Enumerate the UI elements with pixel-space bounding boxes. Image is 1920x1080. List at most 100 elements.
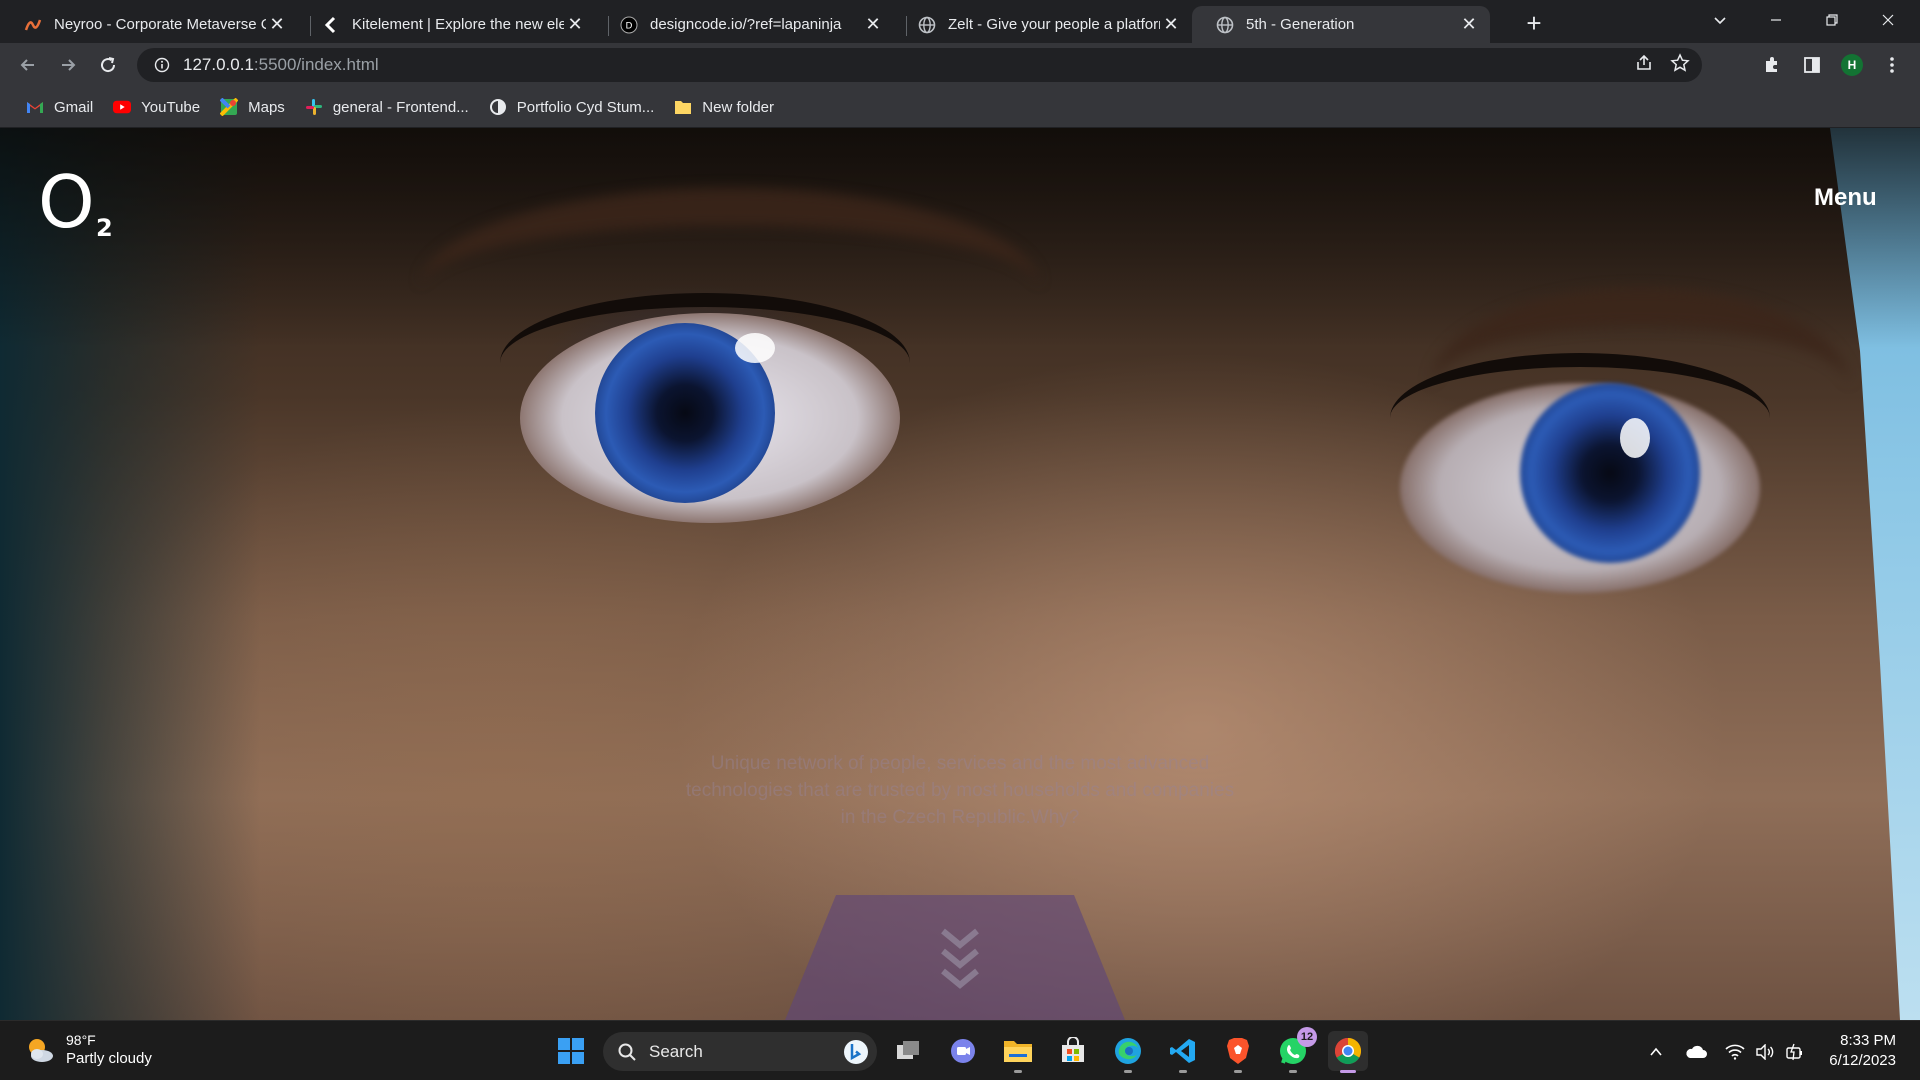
portfolio-icon: [489, 98, 507, 116]
arrow-right-icon: [62, 59, 76, 71]
teams-chat-button[interactable]: [943, 1031, 983, 1071]
weather-condition: Partly cloudy: [66, 1050, 152, 1067]
tab-5th-generation[interactable]: 5th - Generation ✕: [1192, 6, 1490, 43]
whatsapp-button[interactable]: 12: [1273, 1027, 1317, 1073]
clock-time: 8:33 PM: [1840, 1032, 1896, 1049]
bookmark-label: Gmail: [54, 98, 94, 116]
slack-icon: [305, 98, 323, 116]
bookmark-youtube[interactable]: YouTube: [105, 93, 208, 121]
notification-badge: 12: [1297, 1027, 1317, 1047]
clock-date: 6/12/2023: [1829, 1052, 1896, 1069]
puzzle-icon: [1766, 57, 1777, 72]
share-icon[interactable]: [1634, 53, 1654, 78]
bookmark-portfolio[interactable]: Portfolio Cyd Stum...: [481, 93, 663, 121]
omnibox-actions: [1634, 48, 1690, 82]
weather-widget[interactable]: 98°F Partly cloudy: [24, 1031, 152, 1068]
microsoft-store-button[interactable]: [1053, 1031, 1093, 1071]
tab-designcode[interactable]: D designcode.io/?ref=lapaninja ✕: [596, 6, 894, 43]
reload-button[interactable]: [92, 49, 124, 81]
bookmark-label: Portfolio Cyd Stum...: [516, 98, 655, 116]
restore-button[interactable]: [1804, 0, 1860, 40]
vscode-button[interactable]: [1163, 1031, 1203, 1073]
tab-title: 5th - Generation: [1246, 16, 1355, 33]
profile-button[interactable]: H: [1836, 49, 1868, 81]
tab-kitelement[interactable]: Kitelement | Explore the new elem ✕: [298, 6, 596, 43]
url-text: 127.0.0.1:5500/index.html: [183, 55, 379, 75]
bookmark-gmail[interactable]: Gmail: [18, 93, 101, 121]
system-clock[interactable]: 8:33 PM 6/12/2023: [1829, 1031, 1896, 1071]
search-label: Search: [649, 1041, 703, 1061]
close-icon[interactable]: ✕: [862, 14, 884, 36]
side-panel-button[interactable]: [1796, 49, 1828, 81]
chrome-button[interactable]: [1328, 1031, 1368, 1073]
menu-button[interactable]: Menu: [1814, 184, 1877, 212]
youtube-icon: [113, 98, 132, 116]
designcode-icon: D: [620, 16, 638, 34]
bookmark-label: YouTube: [141, 98, 201, 116]
close-icon[interactable]: ✕: [1458, 14, 1480, 36]
speaker-icon: [1756, 1044, 1774, 1060]
tab-search-button[interactable]: [1692, 0, 1748, 40]
bookmark-slack[interactable]: general - Frontend...: [297, 93, 477, 121]
start-button[interactable]: [551, 1031, 591, 1071]
running-indicator: [1289, 1070, 1297, 1073]
maps-icon: [220, 98, 239, 116]
eyelash-shape: [500, 293, 910, 433]
tab-strip: Neyroo - Corporate Metaverse C ✕ Kitelem…: [0, 0, 1920, 43]
chevron-down-icon: [1714, 17, 1726, 25]
chevron-up-icon: [1650, 1047, 1662, 1056]
close-icon[interactable]: ✕: [1160, 14, 1182, 36]
running-indicator: [1124, 1070, 1132, 1073]
close-window-button[interactable]: [1860, 0, 1916, 40]
browser-menu-button[interactable]: [1876, 49, 1908, 81]
brave-button[interactable]: [1218, 1031, 1258, 1073]
tab-neyroo[interactable]: Neyroo - Corporate Metaverse C ✕: [0, 6, 298, 43]
network-tray-button[interactable]: [1722, 1039, 1748, 1065]
windows-taskbar: 98°F Partly cloudy Search 12 8:33 PM 6/1…: [0, 1020, 1920, 1080]
running-indicator: [1014, 1070, 1022, 1073]
taskbar-search[interactable]: Search: [603, 1032, 877, 1071]
tab-title: Kitelement | Explore the new elem: [352, 16, 564, 33]
file-explorer-button[interactable]: [998, 1031, 1038, 1073]
bookmark-maps[interactable]: Maps: [212, 93, 293, 121]
task-view-button[interactable]: [888, 1031, 928, 1071]
show-hidden-icons-button[interactable]: [1643, 1039, 1669, 1065]
bookmark-folder[interactable]: New folder: [666, 93, 782, 121]
bookmark-label: general - Frontend...: [332, 98, 469, 116]
edge-button[interactable]: [1108, 1031, 1148, 1073]
volume-tray-button[interactable]: [1752, 1039, 1778, 1065]
gmail-icon: [26, 98, 44, 116]
minimize-button[interactable]: [1748, 0, 1804, 40]
vscode-icon: [1170, 1039, 1195, 1063]
bing-icon: [844, 1039, 868, 1064]
windows-logo-icon: [558, 1038, 584, 1064]
close-icon[interactable]: ✕: [266, 14, 288, 36]
new-tab-button[interactable]: +: [1520, 8, 1548, 38]
restore-icon: [1826, 14, 1838, 26]
site-logo[interactable]: O 2: [38, 166, 113, 242]
onedrive-tray-button[interactable]: [1683, 1039, 1709, 1065]
bookmark-label: Maps: [248, 98, 285, 116]
cloud-icon: [1686, 1045, 1707, 1058]
running-indicator: [1234, 1070, 1242, 1073]
svg-text:D: D: [626, 21, 633, 31]
tab-zelt[interactable]: Zelt - Give your people a platform ✕: [894, 6, 1192, 43]
chevrons-down-icon[interactable]: [935, 925, 985, 995]
close-icon: [1882, 14, 1894, 26]
battery-tray-button[interactable]: [1782, 1039, 1808, 1065]
kitelement-icon: [322, 16, 340, 34]
battery-charging-icon: [1786, 1043, 1802, 1061]
forward-button[interactable]: [52, 49, 84, 81]
bookmark-label: New folder: [702, 98, 774, 116]
address-bar[interactable]: 127.0.0.1:5500/index.html: [137, 48, 1702, 82]
back-button[interactable]: [12, 49, 44, 81]
url-path: :5500/index.html: [253, 55, 379, 74]
neyroo-icon: [24, 16, 42, 34]
bookmark-star-icon[interactable]: [1670, 52, 1690, 78]
more-vertical-icon: [1890, 57, 1894, 73]
reload-icon: [101, 57, 116, 73]
close-icon[interactable]: ✕: [564, 14, 586, 36]
site-info-icon[interactable]: [147, 57, 177, 73]
extensions-button[interactable]: [1756, 49, 1788, 81]
globe-icon: [1216, 16, 1234, 34]
